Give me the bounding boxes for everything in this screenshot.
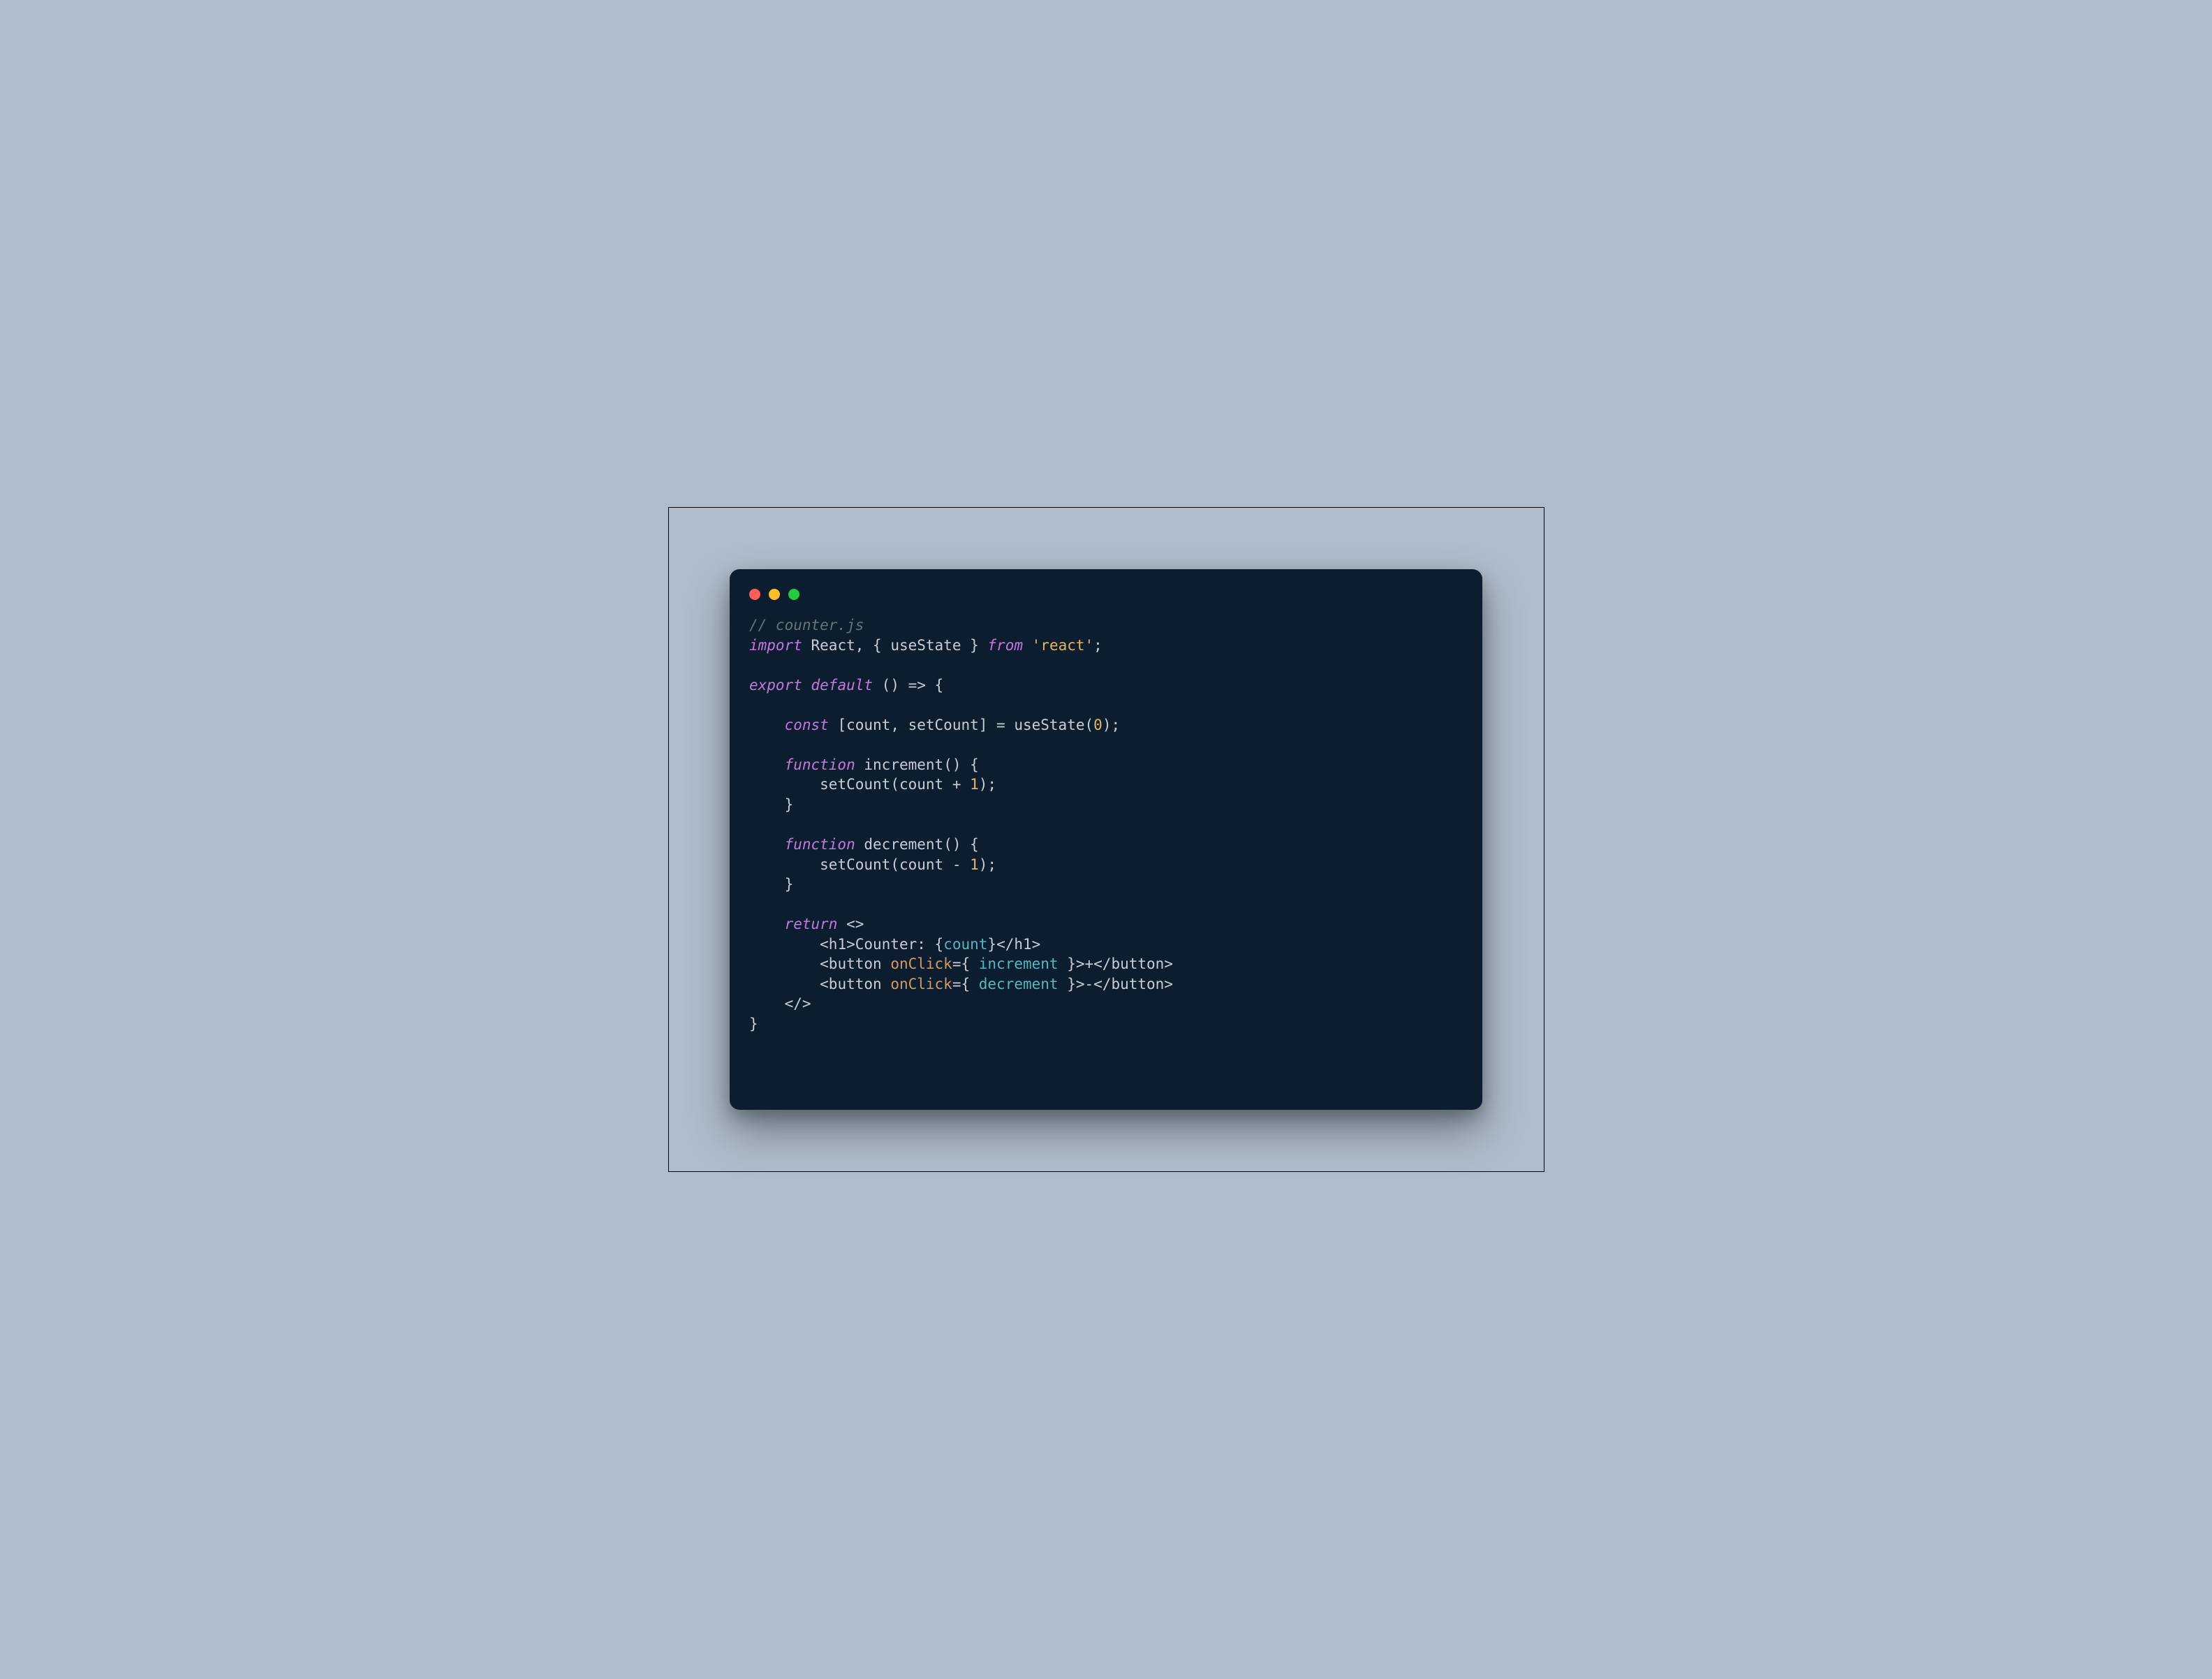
jsx-fragment-open: <> <box>837 916 864 932</box>
string-react: 'react' <box>1032 637 1094 654</box>
zoom-icon[interactable] <box>788 589 799 600</box>
call-setcount: setCount <box>820 856 890 873</box>
brace-close: } <box>785 796 794 813</box>
num-one: 1 <box>970 856 979 873</box>
kw-const: const <box>785 717 829 733</box>
close-icon[interactable] <box>749 589 760 600</box>
kw-from: from <box>987 637 1023 654</box>
ident-react: React <box>811 637 855 654</box>
text-minus: - <box>1085 976 1094 992</box>
jsx-button-close: </button> <box>1093 955 1173 972</box>
page-background: // counter.js import React, { useState }… <box>668 507 1544 1172</box>
kw-export: export <box>749 677 802 694</box>
traffic-lights <box>749 586 1463 615</box>
num-zero: 0 <box>1093 717 1103 733</box>
jsx-h1-close: </h1> <box>996 936 1040 953</box>
jsx-fragment-close: </> <box>785 995 811 1012</box>
brace-close-final: } <box>749 1016 758 1032</box>
jsx-button-close: </button> <box>1093 976 1173 992</box>
ref-increment: increment <box>979 955 1059 972</box>
call-usestate: useState <box>1014 717 1084 733</box>
fn-decrement: decrement <box>864 836 943 853</box>
code-comment: // counter.js <box>749 617 864 633</box>
fn-increment: increment <box>864 756 943 773</box>
jsx-button-open: <button <box>820 955 890 972</box>
text-counter-label: Counter: <box>855 936 935 953</box>
kw-default: default <box>811 677 873 694</box>
jsx-h1-open: <h1> <box>820 936 855 953</box>
code-block: // counter.js import React, { useState }… <box>749 615 1463 1034</box>
arrow-fn-open: () => { <box>873 677 943 694</box>
kw-function: function <box>785 836 855 853</box>
brace-close: } <box>785 876 794 893</box>
ident-setcount: setCount <box>908 717 979 733</box>
text-plus: + <box>1085 955 1094 972</box>
attr-onclick: onClick <box>890 955 952 972</box>
num-one: 1 <box>970 776 979 793</box>
ref-decrement: decrement <box>979 976 1059 992</box>
ref-count: count <box>899 776 943 793</box>
attr-onclick: onClick <box>890 976 952 992</box>
ident-usestate: useState <box>890 637 961 654</box>
code-window: // counter.js import React, { useState }… <box>730 569 1482 1110</box>
kw-function: function <box>785 756 855 773</box>
minimize-icon[interactable] <box>769 589 780 600</box>
jsx-expr-count: count <box>943 936 987 953</box>
kw-import: import <box>749 637 802 654</box>
ident-count: count <box>846 717 890 733</box>
call-setcount: setCount <box>820 776 890 793</box>
ref-count: count <box>899 856 943 873</box>
jsx-button-open: <button <box>820 976 890 992</box>
kw-return: return <box>785 916 838 932</box>
